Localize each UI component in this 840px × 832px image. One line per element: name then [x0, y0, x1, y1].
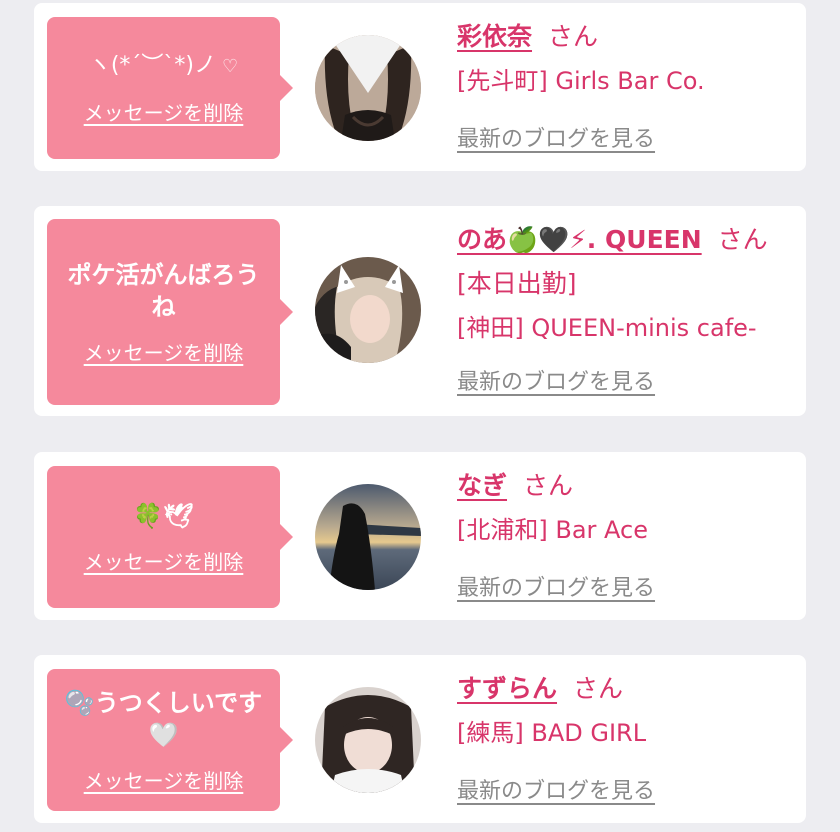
sender-name-link[interactable]: すずらん [457, 674, 557, 703]
honorific: さん [523, 471, 574, 500]
avatar[interactable] [315, 484, 421, 590]
delete-message-link[interactable]: メッセージを削除 [84, 337, 244, 366]
honorific: さん [573, 674, 624, 703]
sender-info: 彩依奈 さん [先斗町] Girls Bar Co. [457, 15, 782, 103]
message-card: 🍀🕊 メッセージを削除 なぎ さん [北浦和] Bar Ace 最新のブログを見る [34, 452, 806, 620]
message-text: 🍀🕊 [133, 501, 194, 530]
sender-info: のあ🍏🖤⚡︎. QUEEN さん [本日出勤] [神田] QUEEN-minis … [457, 218, 782, 350]
delete-message-link[interactable]: メッセージを削除 [84, 97, 244, 126]
heart-outline-icon: ♡ [222, 56, 239, 77]
delete-message-link[interactable]: メッセージを削除 [84, 765, 244, 794]
sender-info: なぎ さん [北浦和] Bar Ace [457, 464, 782, 552]
sender-name-link[interactable]: なぎ [457, 471, 507, 500]
latest-blog-link[interactable]: 最新のブログを見る [457, 364, 655, 396]
latest-blog-link[interactable]: 最新のブログを見る [457, 570, 655, 602]
sender-info: すずらん さん [練馬] BAD GIRL [457, 667, 782, 755]
delete-message-link[interactable]: メッセージを削除 [84, 546, 244, 575]
message-bubble: 🫧うつくしいです🤍 メッセージを削除 [47, 669, 293, 811]
message-bubble: ポケ活がんばろうね メッセージを削除 [47, 219, 293, 405]
sender-name-link[interactable]: のあ🍏🖤⚡︎. QUEEN [457, 225, 702, 254]
shop-label: [神田] QUEEN-minis cafe- [457, 314, 757, 342]
message-text: ヽ(*´︶`*)ノ ♡ [88, 53, 239, 78]
message-bubble: 🍀🕊 メッセージを削除 [47, 466, 293, 608]
avatar[interactable] [315, 35, 421, 141]
shop-label: [練馬] BAD GIRL [457, 719, 647, 747]
message-text: ポケ活がんばろうね [67, 260, 260, 321]
shop-label: [先斗町] Girls Bar Co. [457, 67, 705, 95]
message-card: ポケ活がんばろうね メッセージを削除 のあ🍏🖤⚡︎. QUEEN さん [本日出勤… [34, 206, 806, 416]
avatar[interactable] [315, 687, 421, 793]
status-label: [本日出勤] [457, 269, 577, 298]
avatar[interactable] [315, 257, 421, 363]
honorific: さん [548, 22, 599, 51]
message-text: 🫧うつくしいです🤍 [64, 688, 263, 749]
message-bubble: ヽ(*´︶`*)ノ ♡ メッセージを削除 [47, 17, 293, 159]
latest-blog-link[interactable]: 最新のブログを見る [457, 121, 655, 153]
sender-name-link[interactable]: 彩依奈 [457, 22, 532, 51]
message-card: 🫧うつくしいです🤍 メッセージを削除 すずらん さん [練馬] BAD GIRL … [34, 655, 806, 823]
latest-blog-link[interactable]: 最新のブログを見る [457, 773, 655, 805]
shop-label: [北浦和] Bar Ace [457, 516, 648, 544]
message-card: ヽ(*´︶`*)ノ ♡ メッセージを削除 彩依奈 さん [先斗町] Girls Ba… [34, 3, 806, 171]
honorific: さん [717, 225, 768, 254]
